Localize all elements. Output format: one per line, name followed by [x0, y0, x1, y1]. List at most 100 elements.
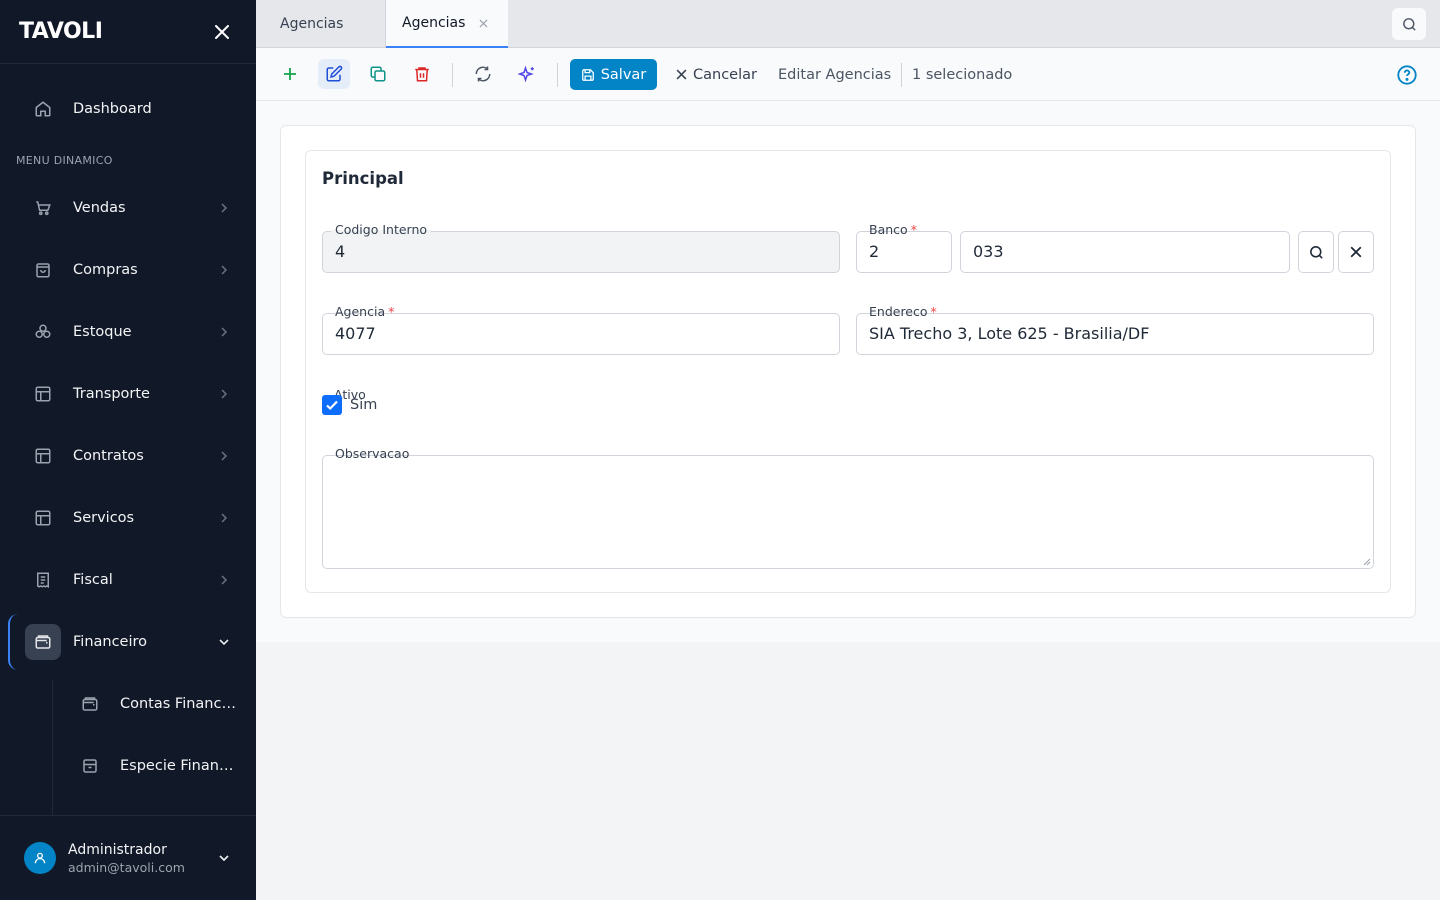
sidebar-subitem-label: Especie Financeira [120, 758, 240, 774]
field-label: Observacao [331, 446, 414, 461]
chevron-right-icon [216, 572, 232, 588]
layout-icon [25, 376, 61, 412]
sidebar-item-servicos[interactable]: Servicos [16, 496, 240, 540]
main-area: Agencias Agencias Salvar Cancelar Editar… [256, 0, 1440, 900]
sidebar-item-transporte[interactable]: Transporte [16, 372, 240, 416]
endereco-label-text: Endereco [869, 304, 928, 319]
sidebar-header: TAVOLI [0, 0, 256, 64]
sidebar-subitem-especie-financeira[interactable]: Especie Financeira [72, 744, 242, 788]
agencia-label-text: Agencia [335, 304, 386, 319]
resize-handle-icon[interactable] [1363, 558, 1371, 566]
add-button[interactable] [274, 59, 306, 89]
sidebar-item-label: Vendas [73, 200, 126, 216]
banco-value-field[interactable]: 033 [960, 231, 1290, 273]
home-icon [25, 91, 61, 127]
banco-label-text: Banco [869, 222, 908, 237]
chevron-right-icon [216, 448, 232, 464]
receipt-icon [25, 562, 61, 598]
toolbar-divider [557, 63, 558, 87]
user-menu-toggle[interactable] [214, 848, 234, 868]
ativo-checkbox[interactable] [322, 395, 342, 415]
user-name: Administrador [68, 841, 167, 858]
layout-icon [25, 438, 61, 474]
tab-agencias-edit[interactable]: Agencias [386, 0, 508, 48]
archive-icon [72, 748, 108, 784]
field-label: Codigo Interno [331, 222, 432, 237]
tab-agencias-list[interactable]: Agencias [256, 0, 386, 48]
ativo-text: Sim [350, 397, 378, 413]
wallet-icon [25, 624, 61, 660]
copy-icon [370, 66, 386, 82]
sidebar-item-dashboard[interactable]: Dashboard [16, 87, 240, 131]
chevron-down-icon [219, 855, 229, 862]
endereco-value: SIA Trecho 3, Lote 625 - Brasilia/DF [869, 324, 1150, 343]
edit-icon [326, 65, 343, 82]
save-icon [581, 68, 594, 81]
ativo-checkbox-group: Ativo Sim [322, 387, 442, 417]
edit-button[interactable] [318, 59, 350, 89]
endereco-field[interactable]: Endereco * SIA Trecho 3, Lote 625 - Brasi… [856, 304, 1374, 355]
help-button[interactable] [1396, 64, 1418, 86]
sidebar-subitem-label: Contas Financeiras [120, 696, 240, 712]
required-marker: * [930, 304, 937, 319]
banco-clear-button[interactable] [1338, 231, 1374, 273]
codigo-interno-field: Codigo Interno 4 [322, 222, 840, 273]
required-marker: * [910, 222, 917, 237]
field-label: Banco * [865, 222, 921, 237]
sidebar-item-financeiro[interactable]: Financeiro [16, 620, 240, 664]
chevron-right-icon [216, 324, 232, 340]
observacao-textarea[interactable]: Observacao [322, 446, 1374, 569]
sidebar-item-estoque[interactable]: Estoque [16, 310, 240, 354]
duplicate-button[interactable] [362, 59, 394, 89]
sidebar-item-vendas[interactable]: Vendas [16, 186, 240, 230]
chevron-down-icon [216, 634, 232, 650]
selection-count: 1 selecionado [912, 66, 1013, 83]
section-title: Principal [322, 169, 404, 188]
field-label: Endereco * [865, 304, 941, 319]
user-info: Administrador admin@tavoli.com [68, 842, 214, 875]
help-icon [1397, 65, 1417, 85]
banco-code-value: 2 [869, 242, 880, 261]
save-button[interactable]: Salvar [570, 59, 657, 90]
layout-icon [25, 500, 61, 536]
close-sidebar-button[interactable] [212, 22, 232, 42]
tab-label: Agencias [280, 16, 344, 32]
refresh-button[interactable] [467, 59, 499, 89]
cancel-label: Cancelar [693, 66, 757, 83]
sidebar-subitem-contas-financeiras[interactable]: Contas Financeiras [72, 682, 242, 726]
boxes-icon [25, 314, 61, 350]
context-label: Editar Agencias [778, 66, 892, 83]
banco-code-field[interactable]: Banco * 2 [856, 222, 952, 273]
sidebar-item-compras[interactable]: Compras [16, 248, 240, 292]
banco-value: 033 [973, 242, 1004, 261]
delete-button[interactable] [406, 59, 438, 89]
banco-search-button[interactable] [1298, 231, 1334, 273]
ai-assist-button[interactable] [511, 59, 543, 89]
field-label: Agencia * [331, 304, 399, 319]
toolbar-divider [452, 63, 453, 87]
search-icon [1402, 17, 1416, 31]
cancel-button[interactable]: Cancelar [676, 59, 757, 90]
chevron-right-icon [216, 200, 232, 216]
global-search-button[interactable] [1392, 8, 1426, 40]
agencia-field[interactable]: Agencia * 4077 [322, 304, 840, 355]
user-email: admin@tavoli.com [68, 859, 185, 875]
cart-icon [25, 190, 61, 226]
tab-bar: Agencias Agencias [256, 0, 1440, 48]
sidebar-item-fiscal[interactable]: Fiscal [16, 558, 240, 602]
avatar [24, 842, 56, 874]
sidebar-item-label: Estoque [73, 324, 132, 340]
close-tab-button[interactable] [477, 17, 489, 29]
user-menu[interactable]: Administrador admin@tavoli.com [0, 815, 256, 900]
bag-icon [25, 252, 61, 288]
section-label: MENU DINAMICO [16, 154, 113, 167]
form-section-principal: Principal Codigo Interno 4 Banco* 2 033 [305, 150, 1391, 593]
sidebar-item-label: Compras [73, 262, 138, 278]
sidebar-item-contratos[interactable]: Contratos [16, 434, 240, 478]
sidebar-item-label: Financeiro [73, 634, 148, 650]
codigo-interno-value: 4 [335, 242, 346, 261]
save-label: Salvar [600, 66, 647, 83]
submenu-line [52, 680, 53, 815]
sidebar-item-label: Transporte [73, 386, 150, 402]
chevron-right-icon [216, 262, 232, 278]
